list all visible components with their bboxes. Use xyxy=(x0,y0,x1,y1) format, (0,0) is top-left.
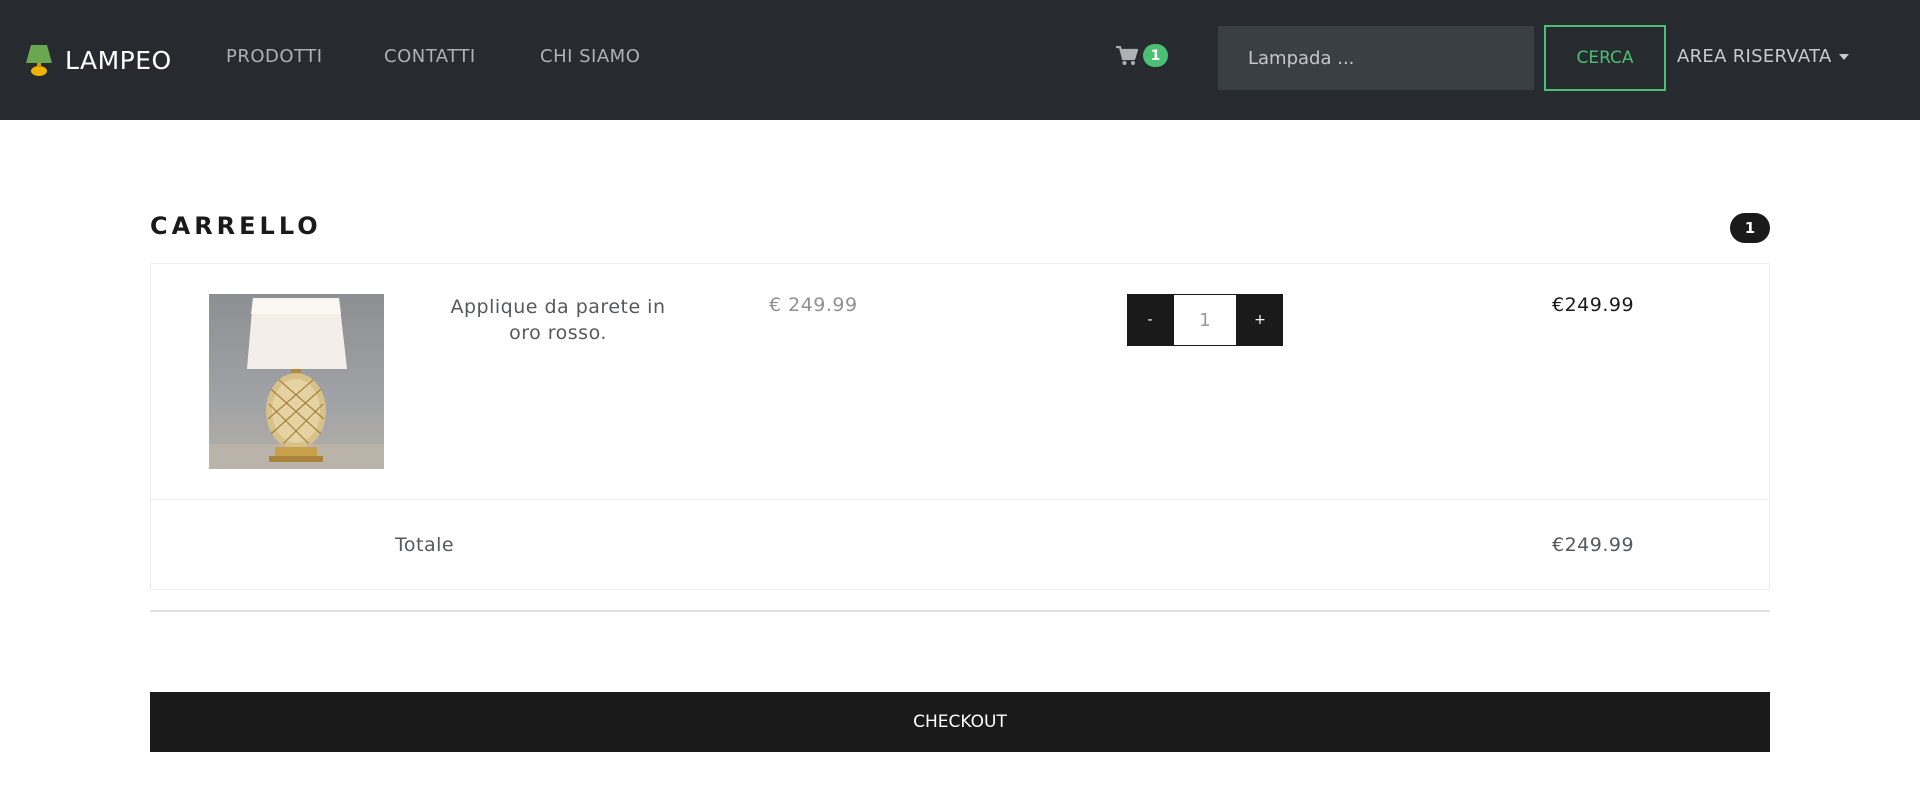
shopping-cart-icon xyxy=(1116,45,1138,65)
total-value: €249.99 xyxy=(1552,534,1635,556)
cart-item-count-badge: 1 xyxy=(1730,213,1770,243)
nav-link-chi-siamo[interactable]: CHI SIAMO xyxy=(540,46,640,67)
brand-link[interactable]: LAMPEO xyxy=(25,40,172,80)
cart-link[interactable]: 1 xyxy=(1116,44,1168,67)
quantity-input[interactable] xyxy=(1173,294,1237,346)
product-unit-price: € 249.99 xyxy=(769,294,858,316)
cart-count-badge: 1 xyxy=(1143,44,1168,67)
increase-quantity-button[interactable]: + xyxy=(1237,294,1283,346)
total-label: Totale xyxy=(395,534,455,556)
navbar: LAMPEO PRODOTTI CONTATTI CHI SIAMO 1 CER… xyxy=(0,0,1920,120)
product-image[interactable] xyxy=(209,294,384,469)
search-button[interactable]: CERCA xyxy=(1544,25,1666,91)
checkout-button[interactable]: CHECKOUT xyxy=(150,692,1770,752)
lamp-logo-icon xyxy=(26,45,52,76)
nav-link-contatti[interactable]: CONTATTI xyxy=(384,46,476,67)
nav-link-prodotti[interactable]: PRODOTTI xyxy=(226,46,323,67)
product-name[interactable]: Applique da parete in oro rosso. xyxy=(433,294,683,346)
quantity-stepper: - + xyxy=(1127,294,1283,346)
cart-table: Applique da parete in oro rosso. € 249.9… xyxy=(150,263,1770,590)
caret-down-icon xyxy=(1838,53,1849,60)
lamp-product-illustration xyxy=(209,298,384,469)
line-total: €249.99 xyxy=(1552,294,1635,316)
decrease-quantity-button[interactable]: - xyxy=(1127,294,1173,346)
row-divider xyxy=(151,499,1769,500)
search-input[interactable] xyxy=(1218,26,1534,90)
account-menu-dropdown[interactable]: AREA RISERVATA xyxy=(1677,46,1849,67)
account-menu-label: AREA RISERVATA xyxy=(1677,46,1832,67)
brand-name: LAMPEO xyxy=(65,45,172,75)
cart-title: CARRELLO xyxy=(150,212,322,240)
section-divider xyxy=(150,610,1770,612)
